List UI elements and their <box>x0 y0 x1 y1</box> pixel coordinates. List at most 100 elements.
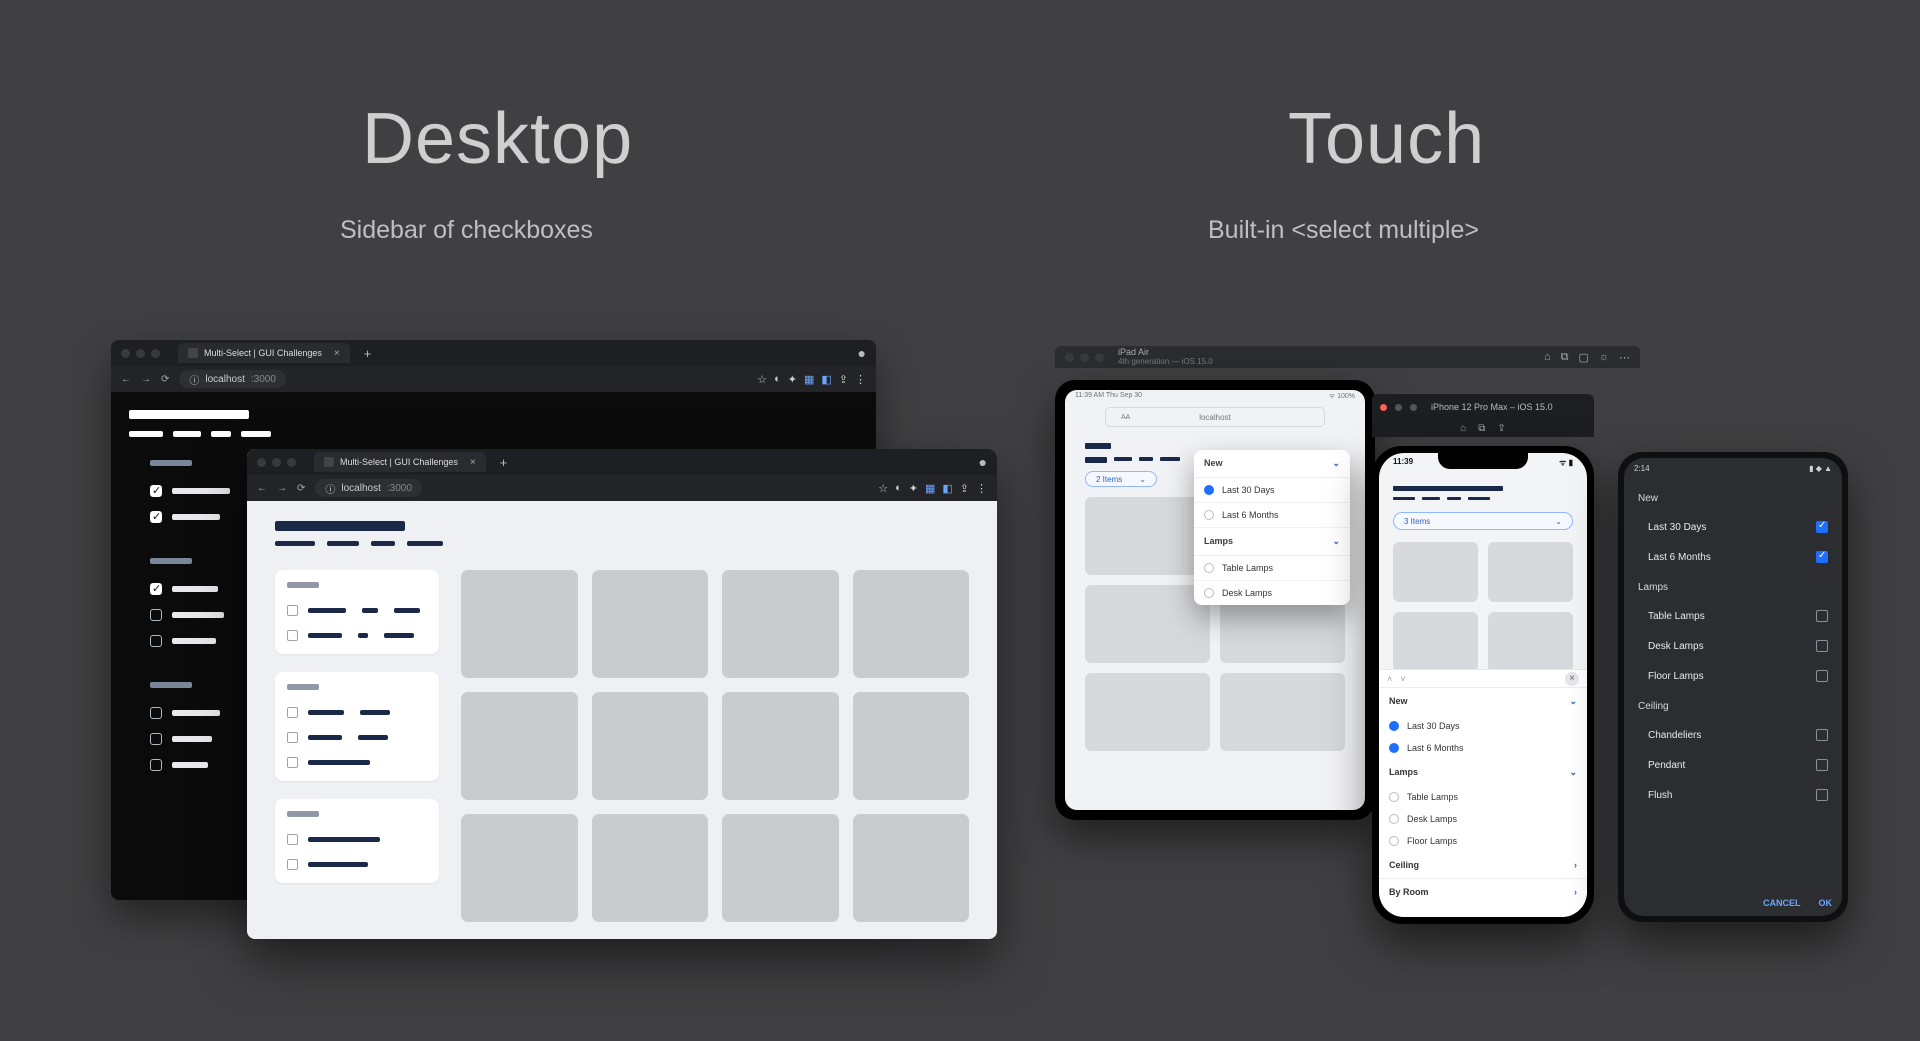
option-row[interactable]: Floor Lamps <box>1624 661 1842 691</box>
option-row[interactable]: Last 30 Days <box>1194 478 1350 503</box>
screenshot-icon[interactable]: ⧉ <box>1478 423 1485 434</box>
filter-row[interactable] <box>287 827 427 852</box>
radio-icon[interactable] <box>1204 588 1214 598</box>
url-field[interactable]: ⓘ localhost:3000 <box>179 370 286 388</box>
checkbox-icon[interactable] <box>1816 551 1828 563</box>
home-icon[interactable]: ⌂ <box>1544 351 1551 364</box>
url-field[interactable]: ⓘ localhost:3000 <box>315 479 422 497</box>
result-tile[interactable] <box>592 692 709 800</box>
popover-section-header[interactable]: Lamps ⌄ <box>1194 528 1350 556</box>
multiselect-summary[interactable]: 3 Items ⌄ <box>1393 512 1573 530</box>
filter-row[interactable] <box>150 700 260 726</box>
checkbox-icon[interactable] <box>287 757 298 768</box>
option-row[interactable]: Desk Lamps <box>1624 631 1842 661</box>
checkbox-icon[interactable] <box>287 630 298 641</box>
close-tab-icon[interactable]: × <box>470 457 476 468</box>
radio-icon[interactable] <box>1389 721 1399 731</box>
checkbox-icon[interactable] <box>1816 670 1828 682</box>
radio-icon[interactable] <box>1389 792 1399 802</box>
sheet-section-header[interactable]: New⌄ <box>1379 688 1587 715</box>
popover-section-header[interactable]: New ⌄ <box>1194 450 1350 478</box>
checkbox-icon[interactable] <box>150 707 162 719</box>
checkbox-icon[interactable] <box>150 759 162 771</box>
option-row[interactable]: Table Lamps <box>1624 601 1842 631</box>
result-tile[interactable] <box>592 814 709 922</box>
checkbox-icon[interactable] <box>150 609 162 621</box>
ext-blue-icon[interactable]: ▦ <box>804 373 814 386</box>
kebab-icon[interactable]: ⋮ <box>976 482 987 495</box>
filter-row[interactable] <box>287 623 427 648</box>
filter-row[interactable] <box>287 725 427 750</box>
new-tab-button[interactable]: + <box>500 455 508 470</box>
more-icon[interactable]: ⋯ <box>1619 351 1630 364</box>
moon-icon[interactable]: ◐ <box>774 373 781 385</box>
result-tile[interactable] <box>722 570 839 678</box>
minimize-window-icon[interactable] <box>1395 404 1402 411</box>
option-row[interactable]: Last 30 Days <box>1624 512 1842 542</box>
option-row[interactable]: Table Lamps <box>1379 786 1587 808</box>
option-row[interactable]: Chandeliers <box>1624 720 1842 750</box>
radio-icon[interactable] <box>1389 814 1399 824</box>
zoom-window-icon[interactable] <box>1410 404 1417 411</box>
filter-row[interactable] <box>150 576 260 602</box>
result-tile[interactable] <box>461 570 578 678</box>
filter-row[interactable] <box>150 478 260 504</box>
filter-row[interactable] <box>150 504 260 530</box>
option-row[interactable]: Pendant <box>1624 750 1842 780</box>
mic-icon[interactable]: ⇪ <box>960 482 969 495</box>
reload-icon[interactable]: ⟳ <box>297 483 305 494</box>
radio-icon[interactable] <box>1204 510 1214 520</box>
browser-tab[interactable]: Multi-Select | GUI Challenges × <box>314 452 486 472</box>
filter-row[interactable] <box>287 598 427 623</box>
radio-icon[interactable] <box>1389 743 1399 753</box>
checkbox-icon[interactable] <box>150 733 162 745</box>
close-icon[interactable]: × <box>1565 672 1579 686</box>
star-icon[interactable]: ☆ <box>878 482 888 495</box>
checkbox-icon[interactable] <box>287 732 298 743</box>
radio-icon[interactable] <box>1204 485 1214 495</box>
filter-row[interactable] <box>287 750 427 775</box>
filter-row[interactable] <box>287 700 427 725</box>
reload-icon[interactable]: ⟳ <box>161 374 169 385</box>
chevron-down-icon[interactable]: ˅ <box>1400 674 1405 684</box>
appearance-icon[interactable]: ☼ <box>1599 351 1609 364</box>
moon-icon[interactable]: ◐ <box>895 482 902 494</box>
result-tile[interactable] <box>1220 673 1345 751</box>
site-info-icon[interactable]: ⓘ <box>189 372 199 387</box>
result-tile[interactable] <box>461 814 578 922</box>
sheet-section-header[interactable]: Ceiling› <box>1379 852 1587 878</box>
checkbox-icon[interactable] <box>1816 759 1828 771</box>
result-tile[interactable] <box>1085 673 1210 751</box>
option-row[interactable]: Last 6 Months <box>1624 542 1842 572</box>
extension-icon[interactable]: ✦ <box>788 373 797 386</box>
radio-icon[interactable] <box>1204 563 1214 573</box>
result-tile[interactable] <box>853 814 970 922</box>
back-icon[interactable]: ← <box>121 374 131 385</box>
window-menu-icon[interactable]: ● <box>979 454 987 470</box>
checkbox-icon[interactable] <box>150 511 162 523</box>
checkbox-icon[interactable] <box>1816 640 1828 652</box>
ext-blue-icon[interactable]: ▦ <box>925 482 935 495</box>
sheet-section-header[interactable]: By Room› <box>1379 878 1587 905</box>
result-tile[interactable] <box>1393 612 1478 672</box>
ext-blue2-icon[interactable]: ◧ <box>942 482 952 495</box>
checkbox-icon[interactable] <box>1816 521 1828 533</box>
rotate-icon[interactable]: ▢ <box>1579 351 1589 364</box>
sheet-section-header[interactable]: Lamps⌄ <box>1379 759 1587 786</box>
checkbox-icon[interactable] <box>1816 610 1828 622</box>
filter-row[interactable] <box>287 852 427 877</box>
option-row[interactable]: Floor Lamps <box>1379 830 1587 852</box>
checkbox-icon[interactable] <box>287 707 298 718</box>
checkbox-icon[interactable] <box>150 635 162 647</box>
option-row[interactable]: Desk Lamps <box>1194 581 1350 605</box>
ext-blue2-icon[interactable]: ◧ <box>821 373 831 386</box>
url-bar[interactable]: AA localhost <box>1105 407 1325 427</box>
checkbox-icon[interactable] <box>150 485 162 497</box>
kebab-icon[interactable]: ⋮ <box>855 373 866 386</box>
result-tile[interactable] <box>1085 585 1210 663</box>
result-tile[interactable] <box>592 570 709 678</box>
result-tile[interactable] <box>1085 497 1210 575</box>
result-tile[interactable] <box>1488 542 1573 602</box>
option-row[interactable]: Flush <box>1624 780 1842 810</box>
result-tile[interactable] <box>461 692 578 800</box>
